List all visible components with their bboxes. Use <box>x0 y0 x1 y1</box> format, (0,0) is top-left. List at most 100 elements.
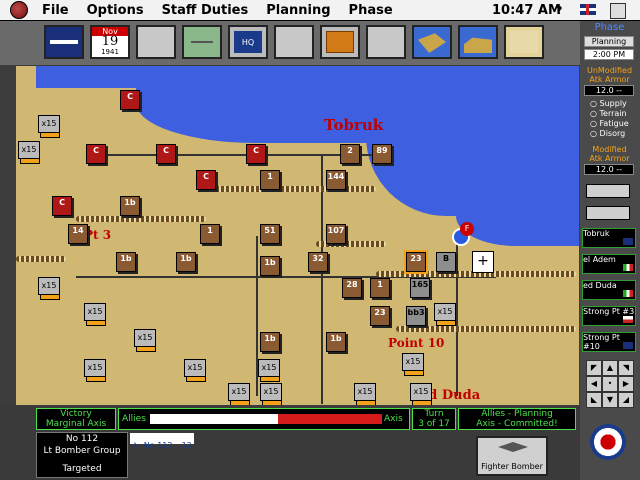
stacked-counter[interactable]: x15 <box>134 329 156 352</box>
unit-list-item[interactable]: ✈ No 112 12 <box>130 433 194 450</box>
unit-counter[interactable]: 1b <box>116 252 136 272</box>
town-point-3[interactable]: Pt 3 <box>84 228 111 242</box>
toolbar-button-3[interactable] <box>136 25 176 59</box>
unit-counter[interactable]: 1b <box>176 252 196 272</box>
unit-counter[interactable]: 28 <box>342 278 362 298</box>
unit-counter[interactable]: 144 <box>326 170 346 190</box>
objective-tobruk[interactable]: Tobruk <box>582 228 636 248</box>
hq-icon: HQ <box>234 31 262 53</box>
unit-counter[interactable]: C <box>86 144 106 164</box>
stacked-counter[interactable]: x15 <box>18 141 40 164</box>
fighter-bomber-button[interactable]: Fighter Bomber <box>476 436 548 476</box>
stacked-counter[interactable]: x15 <box>84 303 106 326</box>
arrow-e-icon[interactable]: ▶ <box>618 376 634 392</box>
toolbar: Nov 19 1941 HQ <box>0 21 580 65</box>
hq-button[interactable]: HQ <box>228 25 268 59</box>
unit-counter[interactable]: 165 <box>410 278 430 298</box>
arrow-n-icon[interactable]: ▲ <box>602 360 618 376</box>
toolbar-button-6[interactable] <box>274 25 314 59</box>
airfield-icon[interactable]: + <box>472 251 494 273</box>
stack-button[interactable] <box>320 25 360 59</box>
unit-counter[interactable]: 23 <box>404 250 428 274</box>
objective-ed-duda[interactable]: ed Duda <box>582 280 636 300</box>
unit-counter[interactable]: 1b <box>260 332 280 352</box>
stacked-counter[interactable]: x15 <box>38 115 60 138</box>
unit-counter[interactable]: 51 <box>260 224 280 244</box>
arrow-sw-icon[interactable]: ◣ <box>586 392 602 408</box>
unit-counter[interactable]: 1 <box>370 278 390 298</box>
unit-counter[interactable]: 1b <box>260 256 280 276</box>
flag-button[interactable] <box>44 25 84 59</box>
stacked-counter[interactable]: x15 <box>38 277 60 300</box>
unit-counter[interactable]: 2 <box>340 144 360 164</box>
stacked-counter[interactable]: x15 <box>228 383 250 405</box>
check-supply[interactable]: ○ Supply <box>590 99 640 108</box>
menu-staff-duties[interactable]: Staff Duties <box>162 3 249 18</box>
unit-counter[interactable]: 1b <box>120 196 140 216</box>
road <box>96 154 376 156</box>
stacked-counter[interactable]: x15 <box>402 353 424 376</box>
victory-label: Victory <box>60 409 92 419</box>
local-map-button[interactable] <box>504 25 544 59</box>
unit-counter[interactable]: C <box>156 144 176 164</box>
unit-counter[interactable]: 1b <box>326 332 346 352</box>
toolbar-button-8[interactable] <box>366 25 406 59</box>
unit-type: Lt Bomber Group <box>43 446 121 456</box>
menu-file[interactable]: File <box>42 3 69 18</box>
town-tobruk[interactable]: Tobruk <box>324 116 383 134</box>
victory-level: Marginal Axis <box>45 419 107 429</box>
unit-counter[interactable]: 32 <box>308 252 328 272</box>
center-icon[interactable]: • <box>602 376 618 392</box>
objective-strong-pt-10[interactable]: Strong Pt #10 <box>582 332 636 352</box>
arrow-s-icon[interactable]: ▼ <box>602 392 618 408</box>
check-terrain[interactable]: ○ Terrain <box>590 109 640 118</box>
phase-label: Phase <box>594 22 625 33</box>
arrow-w-icon[interactable]: ◀ <box>586 376 602 392</box>
arrow-se-icon[interactable]: ◢ <box>618 392 634 408</box>
unit-counter[interactable]: 89 <box>372 144 392 164</box>
apple-menu-icon[interactable] <box>10 1 28 19</box>
help-icon[interactable]: ? <box>556 4 562 17</box>
town-point-10[interactable]: Point 10 <box>388 336 444 350</box>
battle-map[interactable]: Tobruk Point 10 Pt 3 ed Duda C C C C C C 2 89 14… <box>16 66 579 405</box>
unit-counter[interactable]: C <box>120 90 140 110</box>
panel-button-1[interactable] <box>586 184 630 198</box>
map-scroll-pad[interactable]: ◤ ▲ ◥ ◀ • ▶ ◣ ▼ ◢ <box>586 360 634 408</box>
objective-el-adem[interactable]: el Adem <box>582 254 636 274</box>
check-disorg[interactable]: ○ Disorg <box>590 129 640 138</box>
stacked-counter[interactable]: x15 <box>434 303 456 326</box>
fighter-marker-icon[interactable]: F <box>460 222 474 236</box>
theater-map-button[interactable] <box>458 25 498 59</box>
check-fatigue[interactable]: ○ Fatigue <box>590 119 640 128</box>
finder-icon[interactable] <box>610 3 626 19</box>
stacked-counter[interactable]: x15 <box>260 383 282 405</box>
unit-counter[interactable]: 1 <box>200 224 220 244</box>
unit-counter[interactable]: C <box>52 196 72 216</box>
stacked-counter[interactable]: x15 <box>258 359 280 382</box>
arrow-ne-icon[interactable]: ◥ <box>618 360 634 376</box>
menu-phase[interactable]: Phase <box>349 3 393 18</box>
unit-counter[interactable]: C <box>196 170 216 190</box>
objective-strong-pt-3[interactable]: Strong Pt #3 <box>582 306 636 326</box>
raf-roundel-icon[interactable] <box>590 424 626 460</box>
air-mission-button[interactable] <box>182 25 222 59</box>
stacked-counter[interactable]: x15 <box>410 383 432 405</box>
unit-counter[interactable]: 23 <box>370 306 390 326</box>
stacked-counter[interactable]: x15 <box>184 359 206 382</box>
stacked-counter[interactable]: x15 <box>84 359 106 382</box>
menu-planning[interactable]: Planning <box>266 3 330 18</box>
unit-counter[interactable]: bb3 <box>406 306 426 326</box>
unit-counter[interactable]: 14 <box>68 224 88 244</box>
calendar-button[interactable]: Nov 19 1941 <box>90 25 130 59</box>
atk-armor-label: Atk Armor <box>589 75 630 84</box>
menu-options[interactable]: Options <box>87 3 144 18</box>
unit-counter[interactable]: 1 <box>260 170 280 190</box>
panel-button-2[interactable] <box>586 206 630 220</box>
calendar-day: 19 <box>101 34 119 49</box>
unit-counter[interactable]: C <box>246 144 266 164</box>
unit-counter[interactable]: 107 <box>326 224 346 244</box>
stacked-counter[interactable]: x15 <box>354 383 376 405</box>
unit-counter[interactable]: B <box>436 252 456 272</box>
air-map-button[interactable] <box>412 25 452 59</box>
arrow-nw-icon[interactable]: ◤ <box>586 360 602 376</box>
